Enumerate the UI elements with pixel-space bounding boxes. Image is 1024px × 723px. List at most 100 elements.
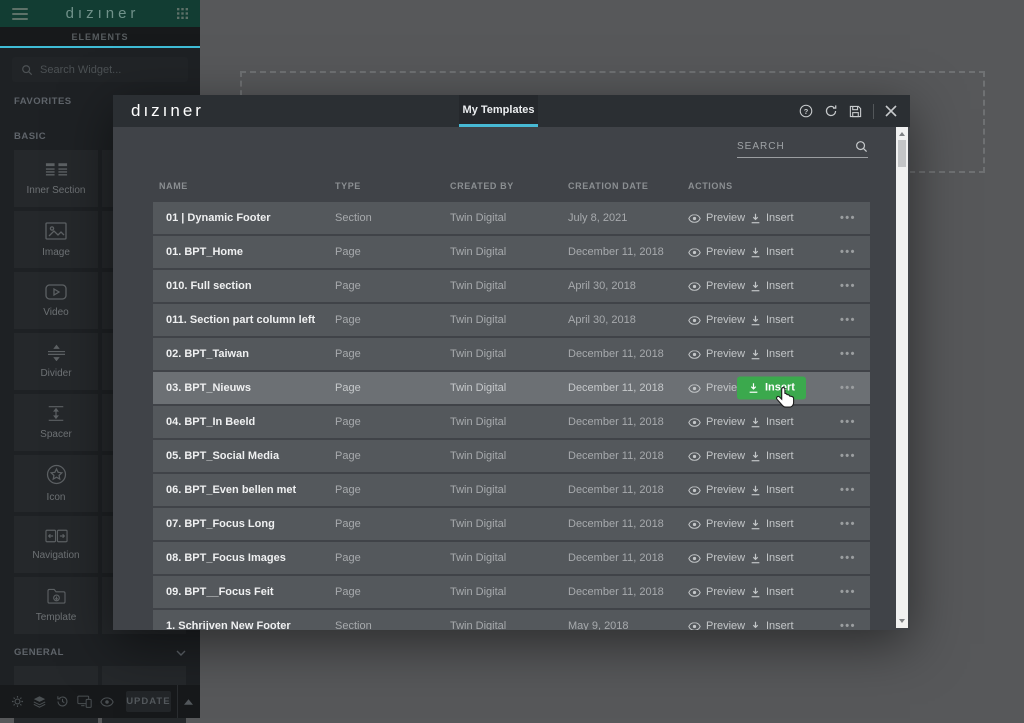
update-button[interactable]: UPDATE (126, 691, 170, 712)
widgets-grid-icon[interactable] (177, 8, 188, 19)
table-row[interactable]: 09. BPT__Focus FeitPageTwin DigitalDecem… (153, 576, 870, 608)
table-row[interactable]: 010. Full sectionPageTwin DigitalApril 3… (153, 270, 870, 302)
preview-button[interactable]: Preview (688, 348, 745, 360)
tab-elements[interactable]: ELEMENTS (0, 27, 200, 48)
preview-button[interactable]: Preview (688, 518, 745, 530)
preview-button[interactable]: Preview (688, 416, 745, 428)
widget-spacer[interactable]: Spacer (14, 394, 98, 451)
insert-button[interactable]: Insert (750, 246, 794, 258)
close-icon[interactable] (885, 105, 897, 117)
table-row[interactable]: 011. Section part column leftPageTwin Di… (153, 304, 870, 336)
table-row[interactable]: 01. BPT_HomePageTwin DigitalDecember 11,… (153, 236, 870, 268)
general-section-header[interactable]: GENERAL (14, 647, 186, 658)
more-actions-button[interactable]: ••• (840, 552, 856, 564)
insert-button[interactable]: Insert (750, 586, 794, 598)
col-header-actions: ACTIONS (688, 181, 733, 191)
insert-button[interactable]: Insert (750, 416, 794, 428)
settings-icon[interactable] (6, 695, 28, 708)
preview-button[interactable]: Preview (688, 314, 745, 326)
insert-button[interactable]: Insert (750, 620, 794, 630)
table-row[interactable]: 04. BPT_In BeeldPageTwin DigitalDecember… (153, 406, 870, 438)
more-actions-button[interactable]: ••• (840, 348, 856, 360)
insert-button[interactable]: Insert (750, 518, 794, 530)
scrollbar-down-arrow[interactable] (899, 619, 905, 623)
table-row[interactable]: 06. BPT_Even bellen metPageTwin DigitalD… (153, 474, 870, 506)
more-actions-button[interactable]: ••• (840, 416, 856, 428)
template-name: 04. BPT_In Beeld (166, 416, 255, 428)
widget-search-input[interactable] (40, 64, 179, 76)
help-icon[interactable]: ? (799, 104, 813, 118)
template-created-by: Twin Digital (450, 416, 506, 428)
widget-navigation[interactable]: Navigation (14, 516, 98, 573)
widget-video[interactable]: Video (14, 272, 98, 329)
more-actions-button[interactable]: ••• (840, 212, 856, 224)
star-circle-icon (46, 464, 67, 485)
more-actions-button[interactable]: ••• (840, 280, 856, 292)
history-icon[interactable] (51, 695, 73, 708)
widget-image[interactable]: Image (14, 211, 98, 268)
save-options-button[interactable] (177, 685, 200, 718)
insert-button[interactable]: Insert (750, 484, 794, 496)
sync-icon[interactable] (824, 104, 838, 118)
more-actions-button[interactable]: ••• (840, 382, 856, 394)
table-row[interactable]: 01 | Dynamic FooterSectionTwin DigitalJu… (153, 202, 870, 234)
preview-button[interactable]: Preview (688, 620, 745, 630)
modal-scrollbar[interactable] (896, 127, 908, 628)
table-row[interactable]: 02. BPT_TaiwanPageTwin DigitalDecember 1… (153, 338, 870, 370)
widget-template[interactable]: Template (14, 577, 98, 634)
insert-button[interactable]: Insert (750, 280, 794, 292)
table-row[interactable]: 03. BPT_NieuwsPageTwin DigitalDecember 1… (153, 372, 870, 404)
table-row[interactable]: 07. BPT_Focus LongPageTwin DigitalDecemb… (153, 508, 870, 540)
scrollbar-thumb[interactable] (898, 140, 906, 167)
tab-my-templates[interactable]: My Templates (459, 95, 538, 127)
preview-button[interactable]: Preview (688, 552, 745, 564)
hamburger-menu-icon[interactable] (12, 8, 28, 20)
widget-label: Icon (47, 492, 66, 503)
preview-button[interactable]: Preview (688, 586, 745, 598)
save-icon[interactable] (849, 105, 862, 118)
template-creation-date: May 9, 2018 (568, 620, 629, 630)
preview-button[interactable]: Preview (688, 484, 745, 496)
preview-button[interactable]: Preview (688, 246, 745, 258)
panel-header: dızıner (0, 0, 200, 27)
preview-button[interactable]: Preview (688, 280, 745, 292)
insert-button-active[interactable]: Insert (737, 377, 806, 400)
template-created-by: Twin Digital (450, 314, 506, 326)
navigator-icon[interactable] (28, 695, 50, 708)
template-creation-date: December 11, 2018 (568, 246, 664, 258)
more-actions-button[interactable]: ••• (840, 314, 856, 326)
template-type: Section (335, 212, 372, 224)
insert-button[interactable]: Insert (750, 212, 794, 224)
more-actions-button[interactable]: ••• (840, 246, 856, 258)
preview-changes-icon[interactable] (96, 697, 118, 707)
table-row[interactable]: 1. Schrijven New FooterSectionTwin Digit… (153, 610, 870, 630)
template-creation-date: April 30, 2018 (568, 280, 636, 292)
widget-icon[interactable]: Icon (14, 455, 98, 512)
table-row[interactable]: 08. BPT_Focus ImagesPageTwin DigitalDece… (153, 542, 870, 574)
more-actions-button[interactable]: ••• (840, 518, 856, 530)
widget-inner-section[interactable]: Inner Section (14, 150, 98, 207)
insert-button[interactable]: Insert (750, 314, 794, 326)
image-icon (45, 222, 67, 240)
more-actions-button[interactable]: ••• (840, 450, 856, 462)
more-actions-button[interactable]: ••• (840, 586, 856, 598)
responsive-mode-icon[interactable] (73, 695, 95, 708)
more-actions-button[interactable]: ••• (840, 620, 856, 630)
template-type: Page (335, 246, 361, 258)
template-created-by: Twin Digital (450, 450, 506, 462)
table-header-row: NAME TYPE CREATED BY CREATION DATE ACTIO… (153, 181, 870, 195)
insert-button[interactable]: Insert (750, 450, 794, 462)
scrollbar-up-arrow[interactable] (899, 132, 905, 136)
template-name: 05. BPT_Social Media (166, 450, 279, 462)
widget-search[interactable] (12, 57, 188, 82)
insert-button[interactable]: Insert (750, 348, 794, 360)
more-actions-button[interactable]: ••• (840, 484, 856, 496)
insert-button[interactable]: Insert (750, 552, 794, 564)
template-type: Page (335, 314, 361, 326)
table-row[interactable]: 05. BPT_Social MediaPageTwin DigitalDece… (153, 440, 870, 472)
preview-button[interactable]: Preview (688, 212, 745, 224)
preview-button[interactable]: Preview (688, 450, 745, 462)
preview-button-label: Preview (706, 484, 745, 496)
preview-button-label: Preview (706, 518, 745, 530)
widget-divider[interactable]: Divider (14, 333, 98, 390)
